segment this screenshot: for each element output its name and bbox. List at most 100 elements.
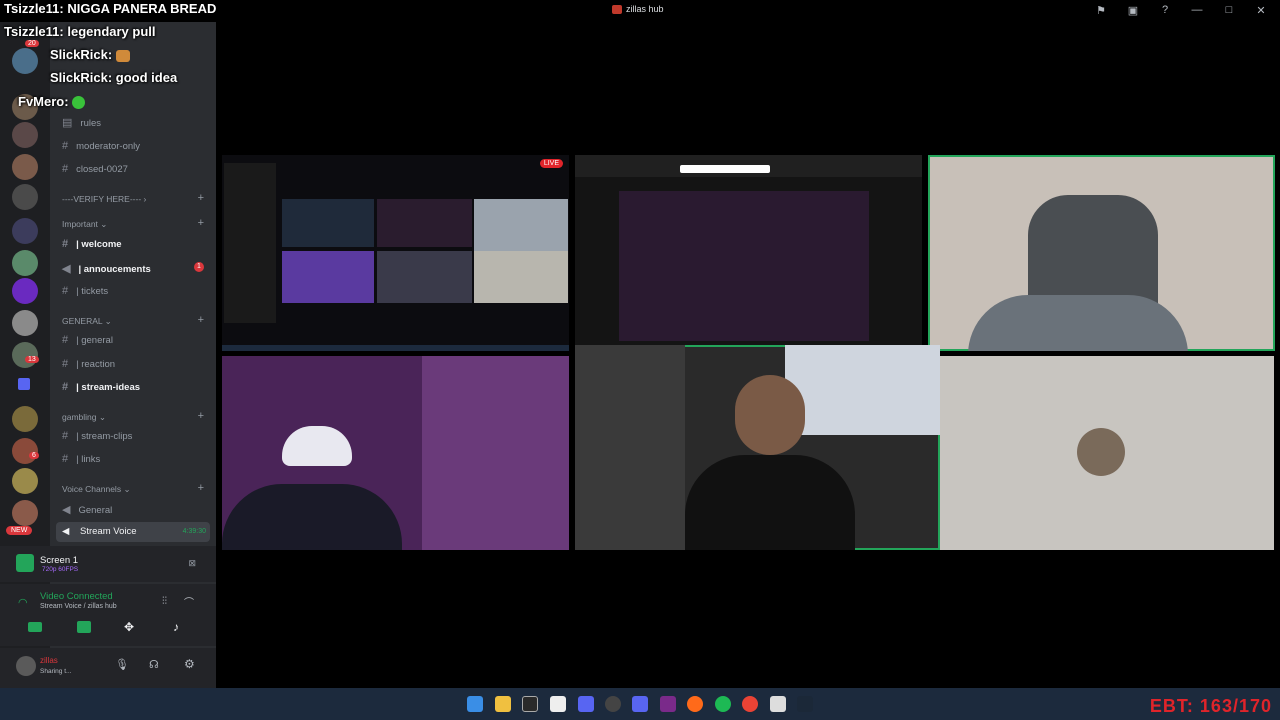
add-channel-icon[interactable]: + <box>198 314 204 326</box>
participant-tile-avatar[interactable] <box>940 356 1274 550</box>
category-voice[interactable]: Voice Channels ⌄ <box>62 484 131 495</box>
voice-channel-stream-voice[interactable]: ◀ Stream Voice 4:39:30 <box>56 522 210 542</box>
mention-badge: 20 <box>25 40 39 47</box>
stream-content <box>282 251 374 303</box>
channel-label: | tickets <box>76 286 109 297</box>
close-button[interactable]: ✕ <box>1254 4 1268 17</box>
channel-label: | links <box>76 454 101 465</box>
server-icon[interactable] <box>12 48 38 74</box>
spotify-icon[interactable] <box>715 696 731 712</box>
noise-suppression-icon[interactable]: ⫶⫶ <box>162 596 167 607</box>
start-icon[interactable] <box>467 696 483 712</box>
maximize-button[interactable]: □ <box>1222 4 1236 17</box>
discord-icon[interactable] <box>632 696 648 712</box>
voice-channel-general[interactable]: ◀ General <box>62 503 112 516</box>
server-icon[interactable] <box>12 184 38 210</box>
channel-reaction[interactable]: # | reaction <box>62 358 115 370</box>
voice-status-sub: Stream Voice / zillas hub <box>40 603 117 610</box>
app-icon[interactable] <box>687 696 703 712</box>
server-icon[interactable] <box>12 122 38 148</box>
category-label: Important <box>62 219 98 229</box>
help-icon[interactable]: ? <box>1158 4 1172 17</box>
screen-share-panel: Screen 1 720p 60FPS ⊠ <box>0 546 216 582</box>
speaker-icon: ◀ <box>62 526 70 537</box>
headphones-icon[interactable]: ☊ <box>149 658 159 671</box>
inbox-icon[interactable]: ⚑ <box>1094 4 1108 17</box>
category-label: Voice Channels <box>62 484 122 494</box>
stream-tile-screen-2[interactable] <box>575 155 922 351</box>
obs-icon[interactable] <box>605 696 621 712</box>
stream-content <box>619 191 869 341</box>
channel-label: | stream-ideas <box>76 382 141 393</box>
category-general[interactable]: GENERAL ⌄ <box>62 316 112 327</box>
app-icon[interactable] <box>770 696 786 712</box>
category-important[interactable]: Important ⌄ <box>62 219 107 230</box>
disconnect-icon[interactable]: ⌒ <box>184 594 194 609</box>
hash-icon: # <box>62 381 69 393</box>
chat-message: NIGGA PANERA BREAD <box>67 1 217 16</box>
stop-share-icon[interactable]: ⊠ <box>188 558 196 569</box>
chat-username: SlickRick <box>50 70 108 85</box>
activities-icon[interactable]: ✥ <box>124 620 134 634</box>
add-channel-icon[interactable]: + <box>198 410 204 422</box>
stream-tile-camera-3[interactable] <box>575 345 940 550</box>
screen-icon[interactable]: ▣ <box>1126 4 1140 17</box>
server-icon[interactable] <box>12 468 38 494</box>
file-explorer-icon[interactable] <box>495 696 511 712</box>
channel-closed[interactable]: # closed-0027 <box>62 163 128 175</box>
server-icon[interactable] <box>12 310 38 336</box>
stream-tile-camera-1[interactable] <box>928 155 1275 351</box>
soundboard-icon[interactable]: ♪ <box>173 620 179 634</box>
avatar[interactable] <box>16 656 36 676</box>
window-title-text: zillas hub <box>626 4 664 14</box>
category-gambling[interactable]: gambling ⌄ <box>62 412 106 423</box>
server-icon[interactable] <box>12 250 38 276</box>
stream-tile-camera-2[interactable] <box>222 356 569 550</box>
microphone-icon[interactable]: 🎙 <box>115 658 129 671</box>
chat-message: good idea <box>115 70 178 85</box>
chat-username: FvMero <box>18 94 65 109</box>
stream-tile-screen-1[interactable]: LIVE <box>222 155 569 351</box>
app-icon[interactable] <box>578 696 594 712</box>
channel-stream-clips[interactable]: # | stream-clips <box>62 430 132 442</box>
channel-moderator-only[interactable]: # moderator-only <box>62 140 140 152</box>
steam-icon[interactable] <box>797 696 813 712</box>
minimize-button[interactable]: — <box>1190 4 1204 17</box>
server-icon[interactable] <box>12 438 38 464</box>
server-icon[interactable] <box>12 342 38 368</box>
screen-share-toggle-icon[interactable] <box>77 621 91 633</box>
channel-stream-ideas[interactable]: # | stream-ideas <box>62 381 140 393</box>
app-icon[interactable] <box>522 696 538 712</box>
server-icon[interactable] <box>12 278 38 304</box>
mention-badge: 13 <box>25 356 39 363</box>
channel-rules[interactable]: ▤ rules <box>62 116 101 129</box>
channel-general[interactable]: # | general <box>62 334 113 346</box>
category-verify[interactable]: ----VERIFY HERE---- › <box>62 194 146 204</box>
channel-label: rules <box>80 118 101 129</box>
chat-username: Tsizzle11 <box>4 24 60 39</box>
server-icon[interactable] <box>12 500 38 526</box>
ebt-overlay: EBT: 163/170 <box>1149 696 1272 716</box>
channel-links[interactable]: # | links <box>62 453 100 465</box>
stream-content <box>735 375 805 455</box>
chrome-icon[interactable] <box>742 696 758 712</box>
camera-icon[interactable] <box>28 622 42 632</box>
server-icon[interactable] <box>12 406 38 432</box>
settings-icon[interactable]: ⚙ <box>184 657 195 671</box>
channel-label: | annoucements <box>78 264 151 275</box>
add-channel-icon[interactable]: + <box>198 192 204 204</box>
add-channel-icon[interactable]: + <box>198 217 204 229</box>
app-icon[interactable] <box>660 696 676 712</box>
speaker-icon: ◀ <box>62 504 71 516</box>
server-icon[interactable] <box>12 154 38 180</box>
channel-welcome[interactable]: # | welcome <box>62 238 122 250</box>
hash-icon: # <box>62 430 69 442</box>
folder-icon[interactable] <box>18 378 30 390</box>
app-icon[interactable] <box>550 696 566 712</box>
emote-icon <box>115 49 130 62</box>
window-title: zillas hub <box>612 4 664 14</box>
add-channel-icon[interactable]: + <box>198 482 204 494</box>
channel-annoucements[interactable]: ◀ | annoucements <box>62 262 151 275</box>
channel-tickets[interactable]: # | tickets <box>62 285 108 297</box>
server-icon[interactable] <box>12 218 38 244</box>
